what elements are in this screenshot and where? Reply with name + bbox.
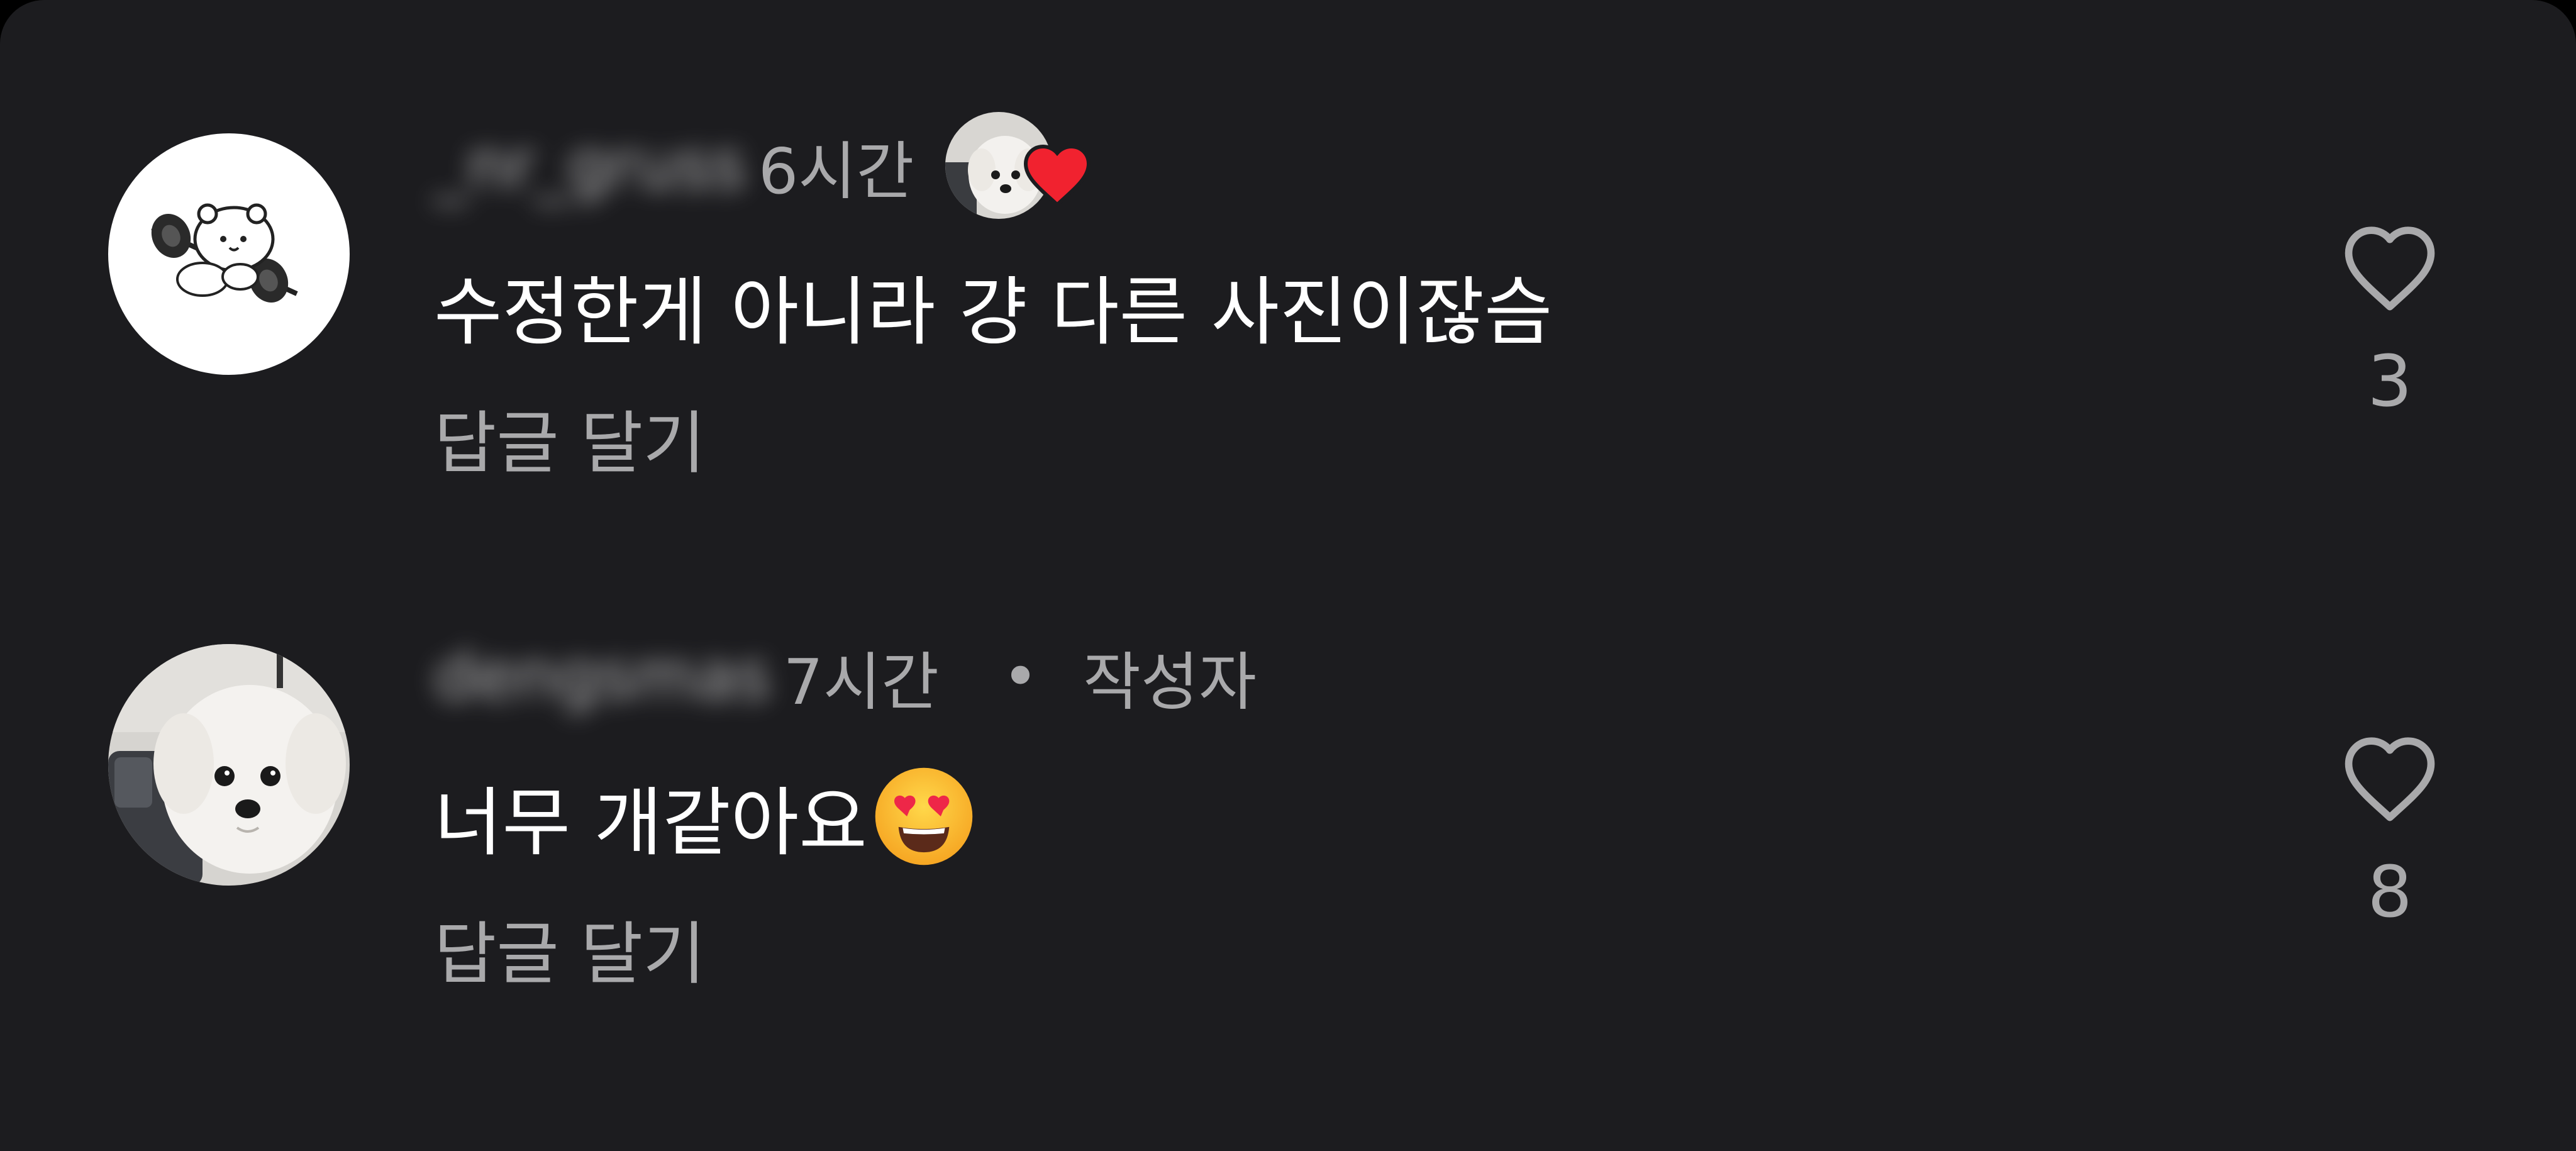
username[interactable]: dengsmas <box>434 638 770 715</box>
like-count: 8 <box>2367 852 2412 933</box>
comments-sheet: _nr_gruss 6시간 수정한게 아니라 걍 다른 사진이잖슴 답글 달기 … <box>0 0 2576 1151</box>
timestamp: 6시간 <box>758 134 914 208</box>
heart-outline-icon[interactable] <box>2334 725 2445 825</box>
username[interactable]: _nr_gruss <box>434 127 746 204</box>
comment-body: 수정한게 아니라 걍 다른 사진이잖슴 <box>434 269 1553 355</box>
comment-text: 수정한게 아니라 걍 다른 사진이잖슴 <box>434 252 1552 359</box>
author-tag: 작성자 <box>1082 645 1257 719</box>
avatar[interactable] <box>108 133 350 375</box>
like-count: 3 <box>2367 341 2412 423</box>
reply-button[interactable]: 답글 달기 <box>434 389 706 487</box>
barbell-character-icon <box>108 133 350 375</box>
like-control: 3 <box>2327 214 2453 423</box>
author-liked-indicator <box>945 112 1091 219</box>
like-control: 8 <box>2327 725 2453 933</box>
comment-item: dengsmas 7시간 • 작성자 너무 개같아요 답글 달기 8 <box>0 511 2576 994</box>
heart-outline-icon[interactable] <box>2334 214 2445 314</box>
comment-meta: dengsmas 7시간 • 작성자 <box>434 623 1257 730</box>
separator-dot: • <box>1001 639 1039 713</box>
heart-eyes-emoji-icon <box>875 767 973 865</box>
reply-button[interactable]: 답글 달기 <box>434 899 706 998</box>
comment-meta: _nr_gruss 6시간 <box>434 112 1091 219</box>
white-dog-icon <box>108 644 350 886</box>
timestamp: 7시간 <box>783 645 939 719</box>
comment-text: 너무 개같아요 <box>434 762 977 870</box>
comment-body: 너무 개같아요 <box>434 779 867 866</box>
avatar[interactable] <box>108 644 350 886</box>
comment-item: _nr_gruss 6시간 수정한게 아니라 걍 다른 사진이잖슴 답글 달기 … <box>0 0 2576 483</box>
heart-filled-icon <box>1024 144 1091 208</box>
